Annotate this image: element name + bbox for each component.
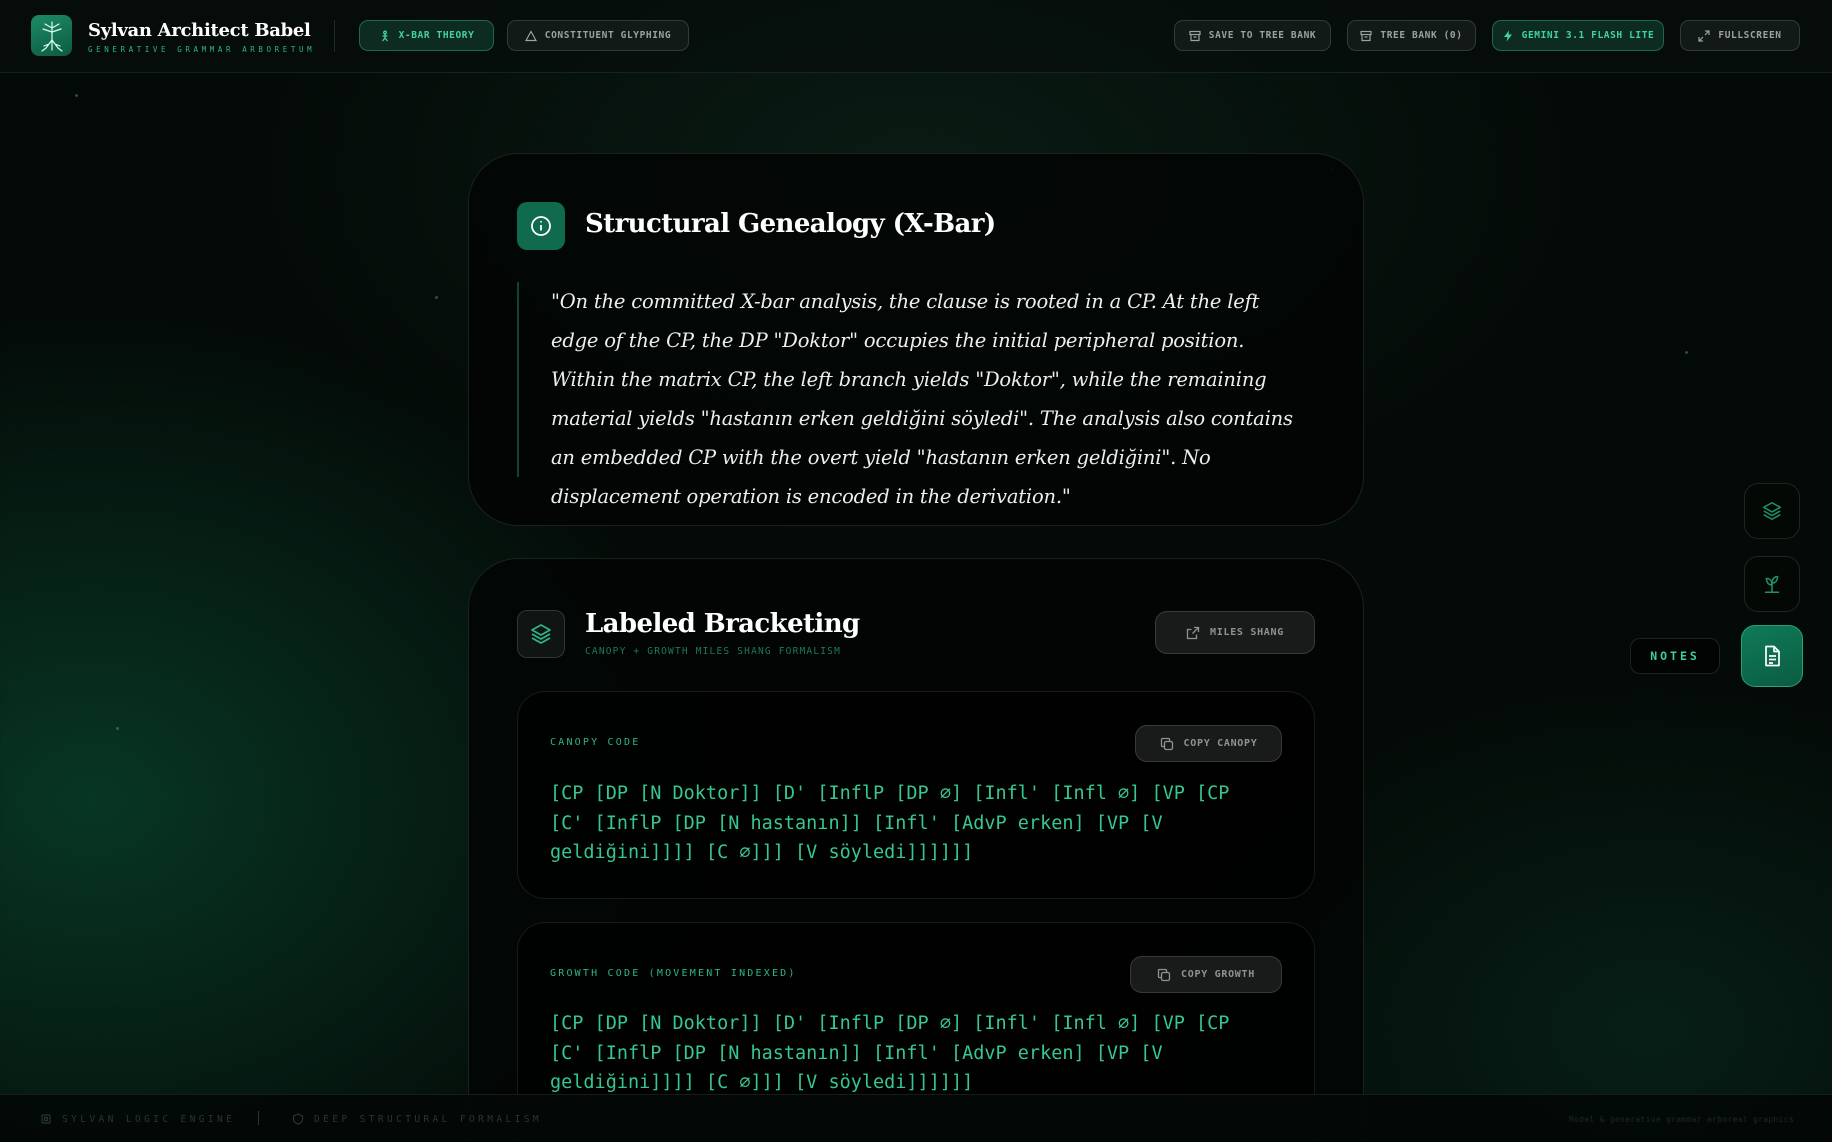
sprout-icon: [1764, 575, 1780, 594]
growth-code-text[interactable]: [CP [DP [N Doktor]] [D' [InflP [DP ∅] [I…: [550, 1009, 1270, 1098]
tab-label: CONSTITUENT GLYPHING: [544, 30, 672, 41]
copy-canopy-button[interactable]: COPY CANOPY: [1135, 725, 1282, 762]
fullscreen-button[interactable]: FULLSCREEN: [1680, 20, 1800, 51]
genealogy-title: Structural Genealogy (X-Bar): [585, 209, 996, 239]
background-speck: [116, 727, 119, 730]
rail-notes-button[interactable]: [1741, 625, 1803, 687]
footer-formalism: DEEP STRUCTURAL FORMALISM: [292, 1113, 542, 1125]
app-subtitle: GENERATIVE GRAMMAR ARBORETUM: [88, 45, 316, 54]
save-to-tree-bank-button[interactable]: SAVE TO TREE BANK: [1174, 20, 1331, 51]
bracketing-title: Labeled Bracketing: [585, 609, 860, 639]
tree-logo-icon: [31, 15, 72, 56]
button-label: FULLSCREEN: [1718, 30, 1782, 41]
top-bar: Sylvan Architect Babel GENERATIVE GRAMMA…: [0, 0, 1832, 73]
bracketing-subtitle: CANOPY + GROWTH MILES SHANG FORMALISM: [585, 646, 842, 657]
person-tree-icon: [381, 30, 388, 41]
footer-credit: Model & generative grammar arboreal grap…: [1568, 1115, 1794, 1124]
expand-icon: [1698, 29, 1710, 42]
genealogy-text: "On the committed X-bar analysis, the cl…: [517, 282, 1297, 508]
rail-sprout-button[interactable]: [1744, 556, 1800, 612]
footer-engine: SYLVAN LOGIC ENGINE: [40, 1113, 235, 1125]
button-label: GEMINI 3.1 FLASH LITE: [1521, 30, 1655, 41]
header-divider: [334, 20, 335, 52]
canopy-code-label: CANOPY CODE: [550, 737, 641, 748]
footer-engine-label: SYLVAN LOGIC ENGINE: [62, 1113, 236, 1125]
tab-xbar-theory[interactable]: X-BAR THEORY: [359, 20, 494, 51]
background-speck: [435, 296, 438, 299]
notes-tooltip: NOTES: [1630, 638, 1720, 674]
button-label: SAVE TO TREE BANK: [1208, 30, 1317, 41]
external-link-icon: [1186, 626, 1200, 639]
shield-icon: [292, 1113, 304, 1125]
archive-icon: [1360, 30, 1373, 41]
footer-bar: SYLVAN LOGIC ENGINE DEEP STRUCTURAL FORM…: [0, 1094, 1832, 1142]
labeled-bracketing-card: Labeled Bracketing CANOPY + GROWTH MILES…: [468, 558, 1364, 1142]
background-speck: [1685, 351, 1688, 354]
footer-formalism-label: DEEP STRUCTURAL FORMALISM: [314, 1113, 542, 1125]
button-label: TREE BANK (0): [1380, 30, 1463, 41]
tree-bank-button[interactable]: TREE BANK (0): [1347, 20, 1476, 51]
layers-icon: [517, 610, 565, 658]
app-title: Sylvan Architect Babel: [88, 20, 311, 41]
tab-label: X-BAR THEORY: [398, 30, 475, 41]
info-icon: [517, 202, 565, 250]
rail-layers-button[interactable]: [1744, 483, 1800, 539]
footer-divider: [258, 1111, 259, 1125]
button-label: COPY GROWTH: [1181, 969, 1255, 980]
lightning-icon: [1503, 30, 1512, 41]
copy-icon: [1160, 737, 1173, 750]
layers-icon: [1762, 501, 1782, 521]
canopy-code-panel: CANOPY CODE COPY CANOPY [CP [DP [N Dokto…: [517, 691, 1315, 899]
background-speck: [75, 94, 78, 97]
copy-growth-button[interactable]: COPY GROWTH: [1130, 956, 1282, 993]
tab-constituent-glyphing[interactable]: CONSTITUENT GLYPHING: [507, 20, 689, 51]
triangle-icon: [524, 29, 537, 41]
document-icon: [1765, 645, 1780, 667]
archive-icon: [1189, 30, 1201, 41]
miles-shang-link-button[interactable]: MILES SHANG: [1155, 611, 1315, 654]
growth-code-label: GROWTH CODE (MOVEMENT INDEXED): [550, 968, 797, 979]
canopy-code-text[interactable]: [CP [DP [N Doktor]] [D' [InflP [DP ∅] [I…: [550, 779, 1270, 868]
model-selector-button[interactable]: GEMINI 3.1 FLASH LITE: [1492, 20, 1664, 51]
button-label: COPY CANOPY: [1183, 738, 1258, 749]
button-label: MILES SHANG: [1210, 627, 1284, 638]
copy-icon: [1157, 968, 1171, 981]
chip-icon: [41, 1114, 51, 1124]
structural-genealogy-card: Structural Genealogy (X-Bar) "On the com…: [468, 153, 1364, 526]
